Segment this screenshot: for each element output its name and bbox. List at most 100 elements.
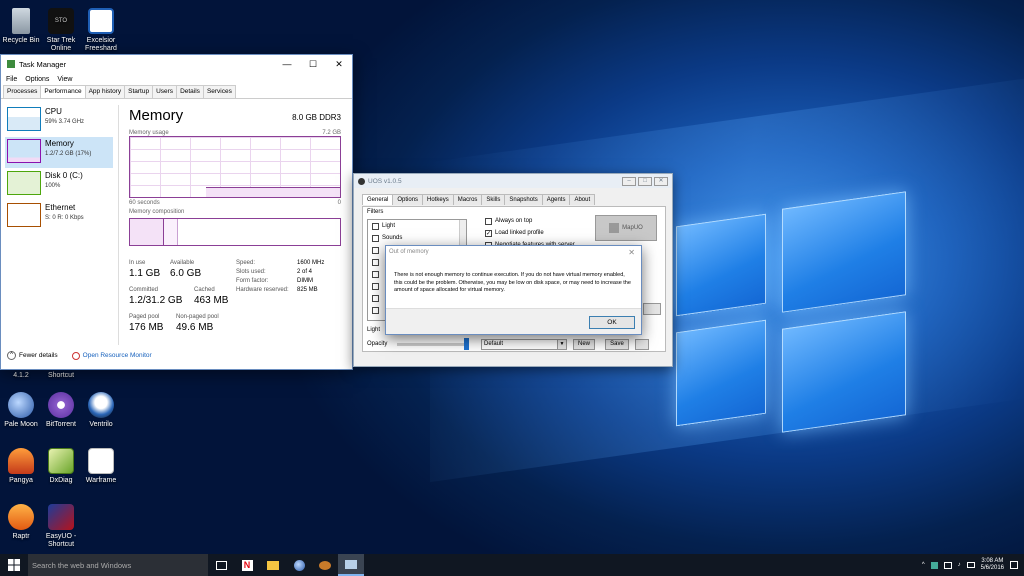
close-button[interactable]: ✕	[326, 59, 352, 70]
taskbar-uos[interactable]	[312, 554, 338, 576]
menu-file[interactable]: File	[6, 76, 17, 83]
desktop-icon-easyuo[interactable]: EasyUO - Shortcut	[36, 504, 86, 549]
task-manager-window[interactable]: Task Manager — ☐ ✕ File Options View Pro…	[0, 54, 353, 370]
ethernet-mini-graph	[7, 203, 41, 227]
tab-services[interactable]: Services	[202, 85, 236, 98]
spec-label-speed: Speed:	[236, 260, 256, 266]
uos-minimize-button[interactable]: –	[622, 176, 636, 186]
taskbar-task-manager[interactable]	[338, 554, 364, 576]
uos-tab-skills[interactable]: Skills	[481, 194, 506, 205]
uos-titlebar[interactable]: UOS v1.0.5 – □ ✕	[354, 174, 672, 188]
desktop-icon-warframe[interactable]: Warframe	[76, 448, 126, 485]
fewer-details-button[interactable]: ^ Fewer details	[7, 351, 58, 360]
desktop-icon-excelsior[interactable]: Excelsior Freeshard	[76, 8, 126, 53]
maximize-button[interactable]: ☐	[300, 59, 326, 70]
stat-committed: 1.2/31.2 GB	[129, 295, 183, 306]
resource-name: Memory	[45, 139, 74, 148]
task-view-button[interactable]	[208, 554, 234, 576]
pale-moon-icon	[8, 392, 34, 418]
desktop-icon-ventrilo[interactable]: Ventrilo	[76, 392, 126, 429]
open-resource-monitor-link[interactable]: Open Resource Monitor	[71, 351, 152, 360]
stat-available: 6.0 GB	[170, 268, 202, 279]
network-icon[interactable]	[943, 561, 952, 569]
stat-label-in-use: In use	[129, 260, 146, 266]
spec-slots: 2 of 4	[297, 269, 313, 275]
uos-maximize-button[interactable]: □	[638, 176, 652, 186]
filter-sounds[interactable]: Sounds	[368, 232, 466, 244]
stat-label-nonpaged: Non-paged pool	[176, 314, 219, 320]
tab-details[interactable]: Details	[176, 85, 204, 98]
uos-side-button[interactable]	[643, 303, 661, 315]
dialog-close-button[interactable]: ✕	[628, 248, 641, 257]
filter-light[interactable]: Light	[368, 220, 466, 232]
tab-processes[interactable]: Processes	[3, 85, 42, 98]
uos-taskbar-icon	[319, 560, 331, 570]
resource-item-memory[interactable]: Memory 1.2/7.2 GB (17%)	[5, 137, 113, 168]
save-profile-button[interactable]: Save	[605, 339, 629, 350]
raptr-icon	[8, 504, 34, 530]
graph-time-left: 60 seconds	[129, 200, 160, 206]
new-profile-button[interactable]: New	[573, 339, 595, 350]
menu-options[interactable]: Options	[25, 76, 49, 83]
resource-item-ethernet[interactable]: Ethernet S: 0 R: 0 Kbps	[5, 201, 113, 232]
uos-tab-general[interactable]: General	[362, 194, 394, 205]
resource-item-disk[interactable]: Disk 0 (C:) 100%	[5, 169, 113, 200]
uos-tab-options[interactable]: Options	[392, 194, 424, 205]
task-manager-taskbar-icon	[345, 559, 357, 569]
filter-light-checkbox[interactable]	[372, 222, 379, 230]
taskbar-file-explorer[interactable]	[260, 554, 286, 576]
start-button[interactable]	[0, 554, 28, 576]
keyboard-icon[interactable]	[966, 562, 975, 568]
tray-app-icon[interactable]	[930, 561, 938, 569]
panel-heading: Memory	[129, 107, 184, 124]
mapuo-button[interactable]: MapUO	[595, 215, 657, 241]
ok-button[interactable]: OK	[589, 316, 635, 329]
opacity-slider-thumb[interactable]	[464, 338, 469, 350]
task-manager-titlebar[interactable]: Task Manager — ☐ ✕	[1, 55, 352, 73]
opacity-label: Opacity	[367, 341, 388, 347]
resource-monitor-icon	[71, 351, 80, 360]
resource-item-cpu[interactable]: CPU 59% 3.74 GHz	[5, 105, 113, 136]
opacity-slider[interactable]	[397, 338, 469, 350]
window-title: Task Manager	[19, 59, 67, 69]
tab-app-history[interactable]: App history	[84, 85, 126, 98]
volume-icon[interactable]: ♪	[958, 562, 961, 568]
uos-tab-snapshots[interactable]: Snapshots	[504, 194, 543, 205]
excelsior-icon	[88, 8, 114, 34]
taskbar-search-box[interactable]: Search the web and Windows	[28, 554, 208, 576]
uos-tab-about[interactable]: About	[569, 194, 596, 205]
menu-view[interactable]: View	[57, 76, 72, 83]
filter-sounds-checkbox[interactable]	[372, 234, 379, 242]
memory-mini-graph	[7, 139, 41, 163]
option-always-on-top[interactable]: Always on top	[481, 215, 575, 227]
uos-close-button[interactable]: ✕	[654, 176, 668, 186]
uos-tab-macros[interactable]: Macros	[452, 194, 483, 205]
always-on-top-checkbox[interactable]	[485, 217, 492, 225]
tab-startup[interactable]: Startup	[124, 85, 154, 98]
tray-overflow-icon[interactable]: ^	[922, 562, 925, 568]
tab-users[interactable]: Users	[152, 85, 178, 98]
option-load-linked-profile[interactable]: ✓ Load linked profile	[481, 227, 575, 239]
minimize-button[interactable]: —	[274, 59, 300, 70]
task-manager-footer: ^ Fewer details Open Resource Monitor	[7, 351, 152, 360]
load-linked-profile-checkbox[interactable]: ✓	[485, 229, 492, 237]
windows-logo	[676, 180, 916, 433]
taskbar-netflix[interactable]: N	[234, 554, 260, 576]
uos-tab-agents[interactable]: Agents	[541, 194, 571, 205]
desktop-icon-partial-2[interactable]: Shortcut	[36, 372, 86, 380]
star-trek-online-icon: STO	[48, 8, 74, 34]
folder-icon	[267, 560, 279, 570]
profile-link-button[interactable]	[635, 339, 649, 350]
tab-performance[interactable]: Performance	[40, 85, 86, 98]
dialog-titlebar[interactable]: Out of memory ✕	[386, 246, 641, 258]
memory-panel: Memory 8.0 GB DDR3 Memory usage 7.2 GB 6…	[129, 107, 341, 340]
out-of-memory-dialog[interactable]: Out of memory ✕ There is not enough memo…	[385, 245, 642, 335]
taskbar-pale-moon[interactable]	[286, 554, 312, 576]
resource-list: CPU 59% 3.74 GHz Memory 1.2/7.2 GB (17%) D…	[5, 105, 113, 233]
taskbar-clock[interactable]: 3:08 AM 5/6/2016	[981, 558, 1004, 572]
profile-select[interactable]: Default ▼	[481, 339, 567, 350]
uos-tab-hotkeys[interactable]: Hotkeys	[422, 194, 454, 205]
stat-label-cached: Cached	[194, 287, 215, 293]
stat-cached: 463 MB	[194, 295, 229, 306]
notification-icon[interactable]	[1010, 561, 1018, 569]
